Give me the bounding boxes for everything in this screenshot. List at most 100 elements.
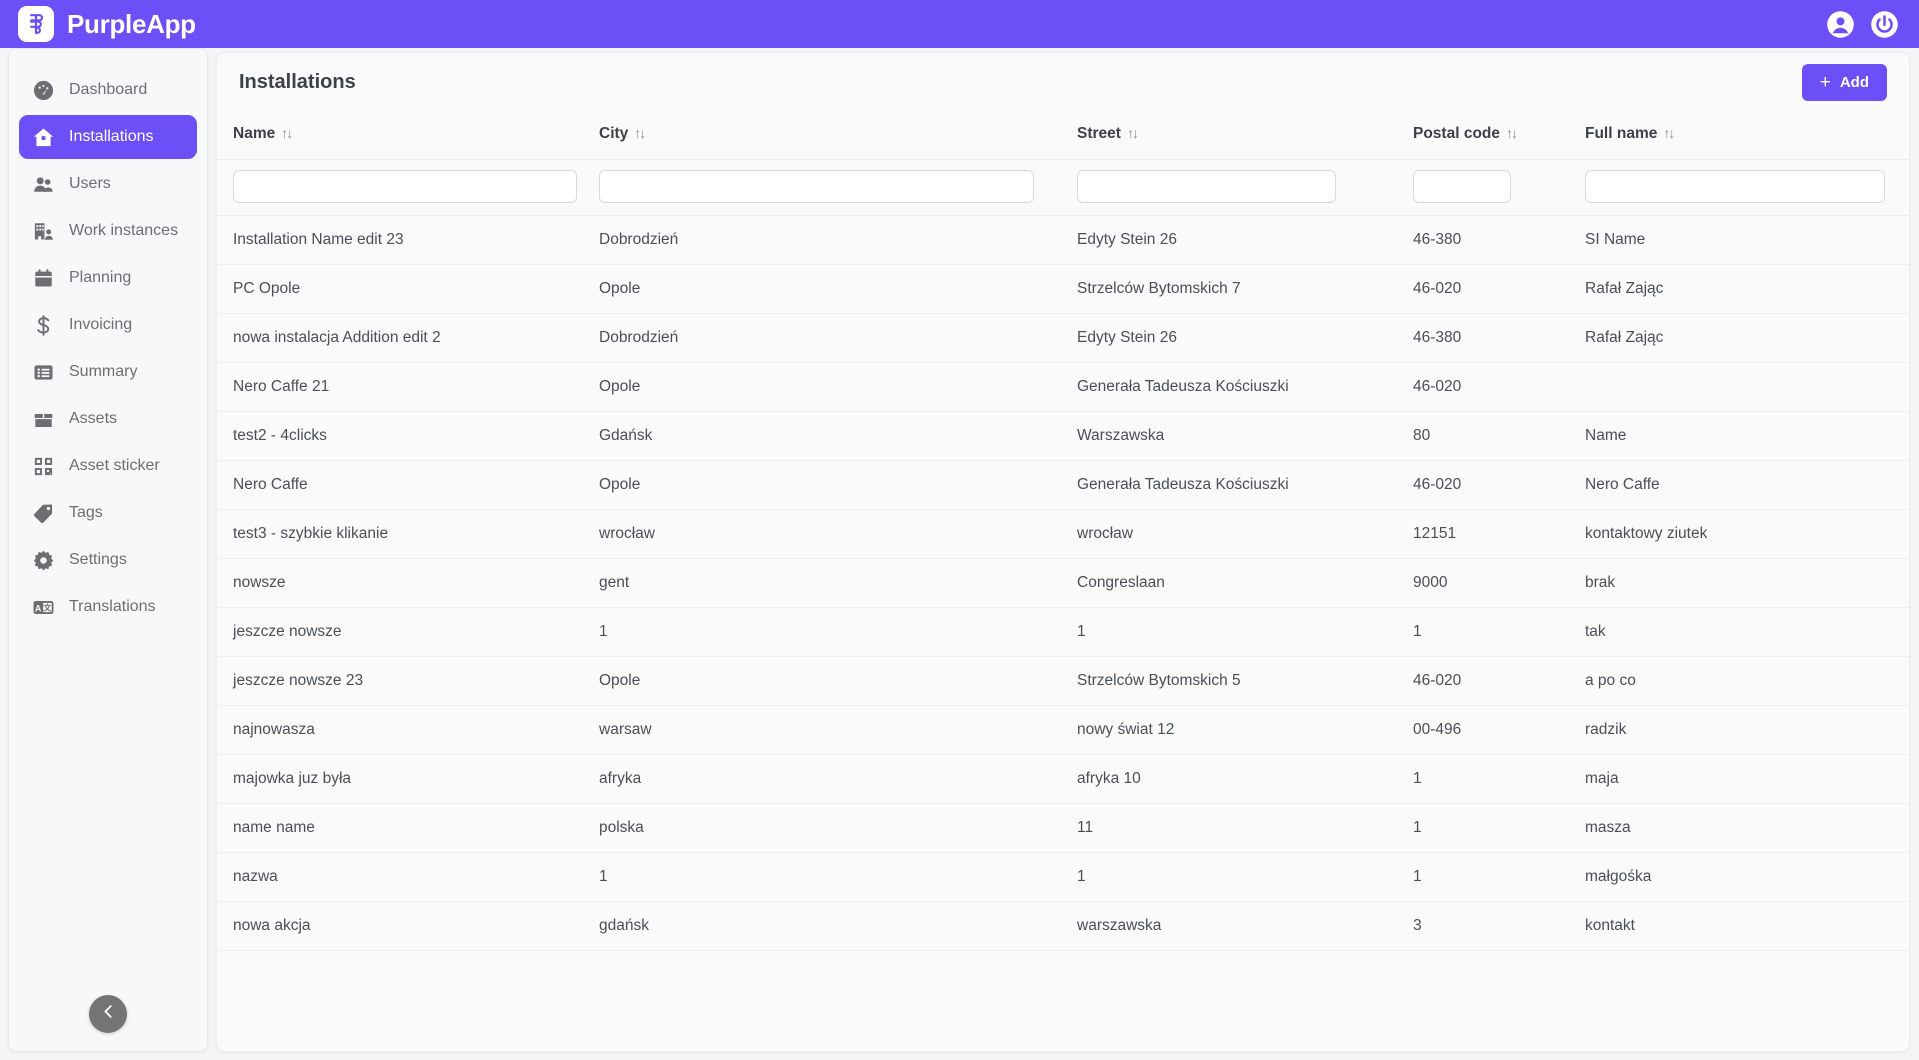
cell-postal: 1 bbox=[1413, 852, 1585, 902]
cell-name: Installation Name edit 23 bbox=[217, 215, 599, 265]
column-header-street[interactable]: Street ↑↓ bbox=[1077, 111, 1413, 160]
table-row[interactable]: nowa akcja gdańsk warszawska 3 kontakt bbox=[217, 901, 1909, 951]
table-row[interactable]: Installation Name edit 23 Dobrodzień Edyty… bbox=[217, 215, 1909, 265]
filter-input-city[interactable] bbox=[599, 170, 1034, 203]
filter-cell-postal-code bbox=[1413, 159, 1585, 216]
sidebar-item-summary[interactable]: Summary bbox=[19, 350, 197, 394]
installations-table-container: Name ↑↓ City ↑↓ Street ↑↓ Postal code ↑↓ Ful… bbox=[217, 111, 1909, 951]
column-header-city[interactable]: City ↑↓ bbox=[599, 111, 1077, 160]
cell-city: gdańsk bbox=[599, 901, 1077, 951]
sidebar-item-installations[interactable]: Installations bbox=[19, 115, 197, 159]
table-header: Name ↑↓ City ↑↓ Street ↑↓ Postal code ↑↓ Ful… bbox=[217, 111, 1909, 216]
table-row[interactable]: jeszcze nowsze 23 Opole Strzelców Bytomski… bbox=[217, 656, 1909, 706]
filter-input-street[interactable] bbox=[1077, 170, 1336, 203]
table-row[interactable]: nowsze gent Congreslaan 9000 brak bbox=[217, 558, 1909, 608]
cell-city: 1 bbox=[599, 607, 1077, 657]
cell-street: warszawska bbox=[1077, 901, 1413, 951]
table-row[interactable]: name name polska 11 1 masza bbox=[217, 803, 1909, 853]
column-header-name[interactable]: Name ↑↓ bbox=[217, 111, 599, 160]
sidebar-item-assets[interactable]: Assets bbox=[19, 397, 197, 441]
cell-postal: 46-020 bbox=[1413, 460, 1585, 510]
table-row[interactable]: jeszcze nowsze 1 1 1 tak bbox=[217, 607, 1909, 657]
filter-input-name[interactable] bbox=[233, 170, 578, 203]
cell-street: Edyty Stein 26 bbox=[1077, 313, 1413, 363]
table-row[interactable]: nowa instalacja Addition edit 2 Dobrodzie… bbox=[217, 313, 1909, 363]
table-row[interactable]: Nero Caffe Opole Generała Tadeusza Kościus… bbox=[217, 460, 1909, 510]
calendar-icon bbox=[31, 266, 55, 290]
sidebar-item-label: Invoicing bbox=[69, 316, 133, 333]
cell-name: Nero Caffe 21 bbox=[217, 362, 599, 412]
list-summary-icon bbox=[31, 360, 55, 384]
column-label: Name bbox=[233, 125, 276, 142]
brand-name: PurpleApp bbox=[67, 8, 196, 39]
cell-full: Rafał Zając bbox=[1585, 264, 1909, 314]
sidebar-item-tags[interactable]: Tags bbox=[19, 491, 197, 535]
cell-name: nowa akcja bbox=[217, 901, 599, 951]
cell-postal: 1 bbox=[1413, 754, 1585, 804]
cell-name: nowsze bbox=[217, 558, 599, 608]
sort-toggle-icon[interactable]: ↑↓ bbox=[1127, 125, 1139, 141]
sidebar-item-users[interactable]: Users bbox=[19, 162, 197, 206]
cell-postal: 1 bbox=[1413, 607, 1585, 657]
cell-city: Dobrodzień bbox=[599, 313, 1077, 363]
sort-toggle-icon[interactable]: ↑↓ bbox=[281, 125, 293, 141]
sidebar: Dashboard Installations Users Work insta… bbox=[8, 48, 208, 1052]
sidebar-item-work-instances[interactable]: Work instances bbox=[19, 209, 197, 253]
top-header-bar: PurpleApp bbox=[0, 0, 1919, 48]
sidebar-collapse-button[interactable] bbox=[89, 995, 127, 1033]
sort-toggle-icon[interactable]: ↑↓ bbox=[634, 125, 646, 141]
sort-toggle-icon[interactable]: ↑↓ bbox=[1506, 125, 1518, 141]
sidebar-item-invoicing[interactable]: Invoicing bbox=[19, 303, 197, 347]
cell-name: test2 - 4clicks bbox=[217, 411, 599, 461]
table-row[interactable]: test2 - 4clicks Gdańsk Warszawska 80 Name bbox=[217, 411, 1909, 461]
add-button[interactable]: + Add bbox=[1801, 63, 1887, 101]
cell-name: nowa instalacja Addition edit 2 bbox=[217, 313, 599, 363]
sidebar-item-label: Asset sticker bbox=[69, 457, 160, 474]
sidebar-item-translations[interactable]: A 文 Translations bbox=[19, 585, 197, 629]
column-header-full-name[interactable]: Full name ↑↓ bbox=[1585, 111, 1909, 160]
box-assets-icon bbox=[31, 407, 55, 431]
column-header-postal-code[interactable]: Postal code ↑↓ bbox=[1413, 111, 1585, 160]
power-logout-icon[interactable] bbox=[1869, 9, 1899, 39]
sidebar-item-label: Settings bbox=[69, 551, 127, 568]
sidebar-item-label: Planning bbox=[69, 269, 132, 286]
column-label: Postal code bbox=[1413, 125, 1500, 142]
table-row[interactable]: PC Opole Opole Strzelców Bytomskich 7 46-02… bbox=[217, 264, 1909, 314]
sidebar-item-settings[interactable]: Settings bbox=[19, 538, 197, 582]
filter-input-full-name[interactable] bbox=[1585, 170, 1885, 203]
sidebar-item-asset-sticker[interactable]: Asset sticker bbox=[19, 444, 197, 488]
cell-postal: 46-380 bbox=[1413, 215, 1585, 265]
filter-input-postal-code[interactable] bbox=[1413, 170, 1512, 203]
cell-name: name name bbox=[217, 803, 599, 853]
table-filter-row bbox=[217, 159, 1909, 216]
add-button-label: Add bbox=[1839, 73, 1869, 91]
table-row[interactable]: majowka juz była afryka afryka 10 1 maja bbox=[217, 754, 1909, 804]
table-row[interactable]: Nero Caffe 21 Opole Generała Tadeusza Kośc… bbox=[217, 362, 1909, 412]
table-row[interactable]: najnowasza warsaw nowy świat 12 00-496 radzi… bbox=[217, 705, 1909, 755]
user-account-icon[interactable] bbox=[1825, 9, 1855, 39]
sort-toggle-icon[interactable]: ↑↓ bbox=[1663, 125, 1675, 141]
table-row[interactable]: nazwa 1 1 1 małgośka bbox=[217, 852, 1909, 902]
sidebar-item-label: Installations bbox=[69, 128, 154, 145]
cell-full: Name bbox=[1585, 411, 1909, 461]
gear-icon bbox=[31, 548, 55, 572]
cell-postal: 12151 bbox=[1413, 509, 1585, 559]
cell-postal: 9000 bbox=[1413, 558, 1585, 608]
cell-city: 1 bbox=[599, 852, 1077, 902]
cell-full: Nero Caffe bbox=[1585, 460, 1909, 510]
cell-city: warsaw bbox=[599, 705, 1077, 755]
brand[interactable]: PurpleApp bbox=[18, 6, 196, 42]
cell-full: tak bbox=[1585, 607, 1909, 657]
table-body: Installation Name edit 23 Dobrodzień Edyty… bbox=[217, 215, 1909, 951]
sidebar-item-planning[interactable]: Planning bbox=[19, 256, 197, 300]
cell-name: jeszcze nowsze 23 bbox=[217, 656, 599, 706]
column-label: City bbox=[599, 125, 629, 142]
svg-text:文: 文 bbox=[43, 602, 52, 612]
cell-postal: 46-020 bbox=[1413, 362, 1585, 412]
sidebar-item-dashboard[interactable]: Dashboard bbox=[19, 68, 197, 112]
purpleapp-logo-icon bbox=[18, 6, 54, 42]
filter-cell-full-name bbox=[1585, 159, 1909, 216]
users-group-icon bbox=[31, 172, 55, 196]
table-row[interactable]: test3 - szybkie klikanie wrocław wrocław 12… bbox=[217, 509, 1909, 559]
svg-text:A: A bbox=[34, 603, 41, 613]
